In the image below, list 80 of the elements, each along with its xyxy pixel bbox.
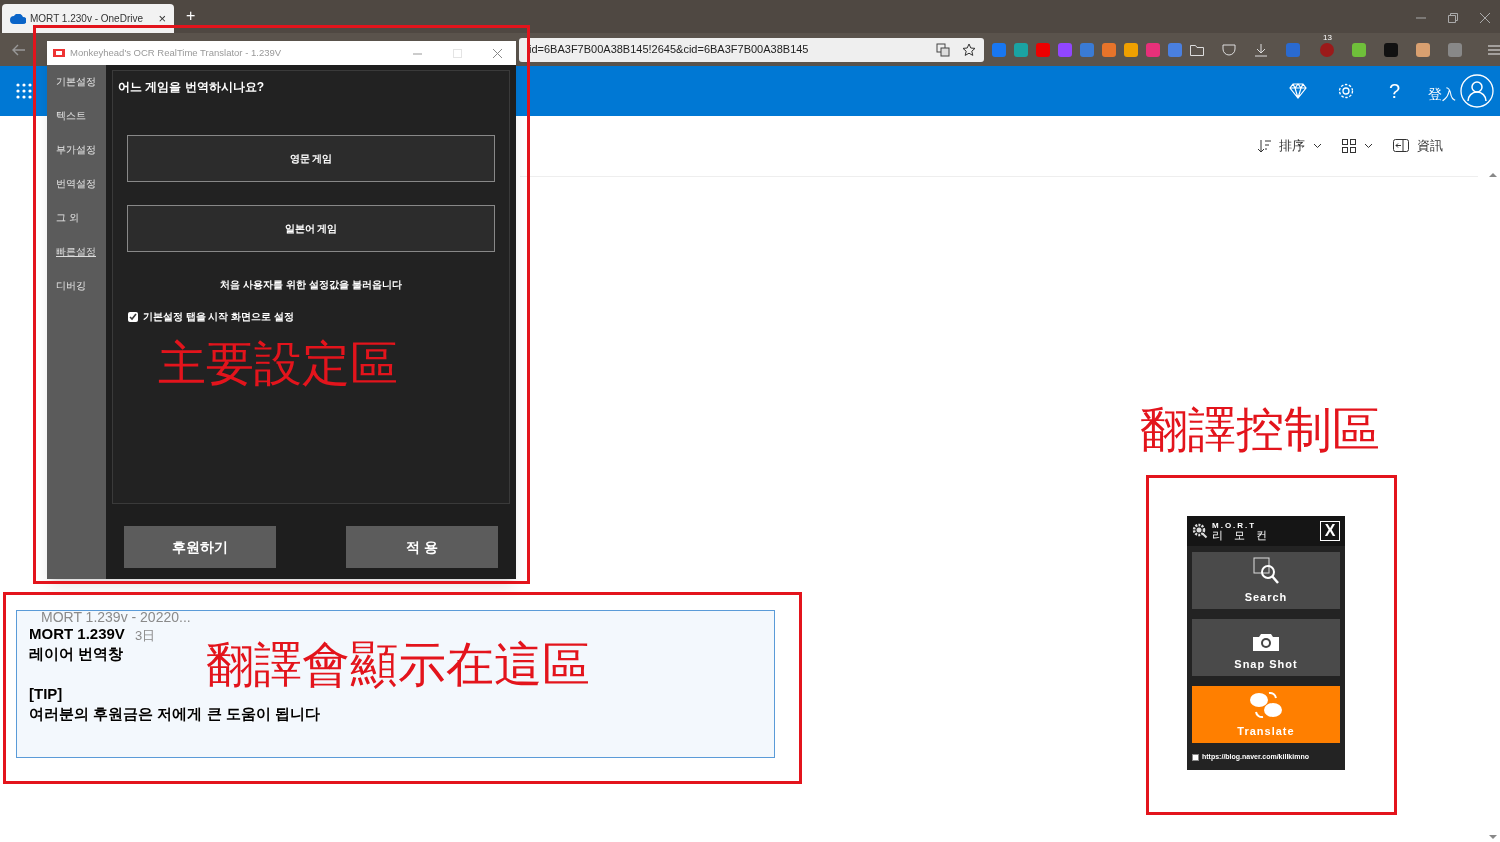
sort-icon: [1257, 138, 1271, 153]
action-button[interactable]: 후원하기: [124, 526, 276, 568]
camera-icon: [1252, 631, 1280, 652]
close-icon[interactable]: ×: [158, 8, 166, 29]
info-button[interactable]: 資訊: [1393, 136, 1443, 156]
camera-button[interactable]: Snap Shot: [1192, 619, 1340, 676]
close-icon[interactable]: [1480, 13, 1490, 23]
download-icon[interactable]: [1254, 42, 1268, 57]
menu-icon[interactable]: [1488, 44, 1500, 55]
address-bar[interactable]: id=6BA3F7B00A38B145!2645&cid=6BA3F7B00A38B145: [519, 37, 984, 62]
action-button[interactable]: 적 용: [346, 526, 498, 568]
file-name: MORT 1.239v - 20220...: [41, 608, 191, 627]
shield-icon[interactable]: [1222, 43, 1236, 56]
extension-icon[interactable]: [1352, 42, 1366, 57]
extension-icon[interactable]: [992, 42, 1006, 57]
gear-magnifier-icon: [1192, 523, 1208, 539]
extension-icon[interactable]: [1102, 42, 1116, 57]
scroll-down-icon[interactable]: [1489, 835, 1497, 840]
back-arrow-icon[interactable]: [12, 43, 25, 56]
sidebar-tab[interactable]: 그 외: [56, 210, 79, 225]
sidebar-tab[interactable]: 텍스트: [56, 108, 86, 123]
game-option-button[interactable]: 영문 게임: [127, 135, 495, 182]
logo-text: M.O.R.T: [1212, 521, 1258, 530]
notice-text: 처음 사용자를 위한 설정값을 불러옵니다: [220, 278, 402, 292]
restore-icon[interactable]: [1448, 13, 1458, 23]
logo-text: 리 모 컨: [1212, 529, 1272, 541]
grid-view-icon: [1342, 138, 1356, 153]
caret-icon: [1364, 142, 1373, 149]
search-icon: [1253, 556, 1279, 585]
extension-icon[interactable]: [1014, 42, 1028, 57]
sidebar-tab[interactable]: 기본설정: [56, 74, 96, 89]
app-logo-icon: [53, 49, 65, 57]
app-launcher-icon[interactable]: [16, 83, 32, 99]
user-avatar-icon[interactable]: [1460, 74, 1494, 108]
extension-icon[interactable]: [1146, 42, 1160, 57]
close-icon[interactable]: [493, 48, 502, 58]
search-button[interactable]: Search: [1192, 552, 1340, 609]
tab-title: MORT 1.230v - OneDrive: [30, 12, 144, 26]
extension-icon[interactable]: [1080, 42, 1094, 57]
extension-icon[interactable]: [1416, 42, 1430, 57]
diamond-icon[interactable]: [1288, 83, 1307, 99]
view-button[interactable]: [1342, 138, 1373, 153]
scroll-up-icon[interactable]: [1489, 172, 1497, 177]
sidebar-tab[interactable]: 빠른설정: [56, 244, 96, 259]
extension-icon[interactable]: [1448, 42, 1462, 57]
checkbox-label: 기본설정 탭을 시작 화면으로 설정: [143, 310, 294, 324]
extension-icon[interactable]: [1124, 42, 1138, 57]
help-button[interactable]: ?: [1388, 76, 1400, 106]
panel-heading: 어느 게임을 번역하시나요?: [118, 79, 264, 96]
folder-icon[interactable]: [1190, 43, 1204, 56]
window-title: Monkeyhead's OCR RealTime Translator - 1.239V: [70, 45, 283, 60]
sort-button[interactable]: 排序: [1257, 136, 1322, 156]
translation-line: MORT 1.239V: [29, 624, 125, 644]
url-text: id=6BA3F7B00A38B145!2645&cid=6BA3F7B00A38B145: [529, 42, 810, 58]
translation-line: [TIP]: [29, 684, 63, 704]
sidebar-tab[interactable]: 부가설정: [56, 142, 96, 157]
settings-icon[interactable]: [1336, 82, 1355, 100]
game-option-button[interactable]: 일본어 게임: [127, 205, 495, 252]
browser-tab[interactable]: MORT 1.230v - OneDrive ×: [2, 4, 174, 33]
file-date: 3日: [135, 627, 156, 645]
annotation-label: 主要設定區: [158, 336, 398, 392]
caret-icon: [1313, 142, 1322, 149]
square-icon: [1192, 753, 1199, 761]
extension-icon[interactable]: [1384, 42, 1398, 57]
checkbox[interactable]: [128, 312, 138, 323]
sidebar-tab[interactable]: 번역설정: [56, 176, 96, 191]
star-icon[interactable]: [962, 42, 976, 57]
sidebar-tab[interactable]: 디버깅: [56, 278, 86, 293]
notification-count: 13: [1323, 33, 1332, 42]
info-pane-icon: [1393, 139, 1409, 153]
translation-line: 여러분의 후원금은 저에게 큰 도움이 됩니다: [29, 704, 320, 724]
speech-bubbles-icon: [1249, 690, 1283, 719]
close-button[interactable]: X: [1320, 521, 1340, 541]
extension-icon[interactable]: [1168, 42, 1182, 57]
new-tab-button[interactable]: +: [186, 4, 196, 28]
annotation-label: 翻譯會顯示在這區: [206, 637, 590, 693]
cloud-icon: [10, 13, 26, 24]
translation-line: 레이어 번역창: [29, 644, 124, 664]
sign-in-link[interactable]: 登入: [1428, 83, 1456, 105]
annotation-label: 翻譯控制區: [1140, 402, 1380, 458]
